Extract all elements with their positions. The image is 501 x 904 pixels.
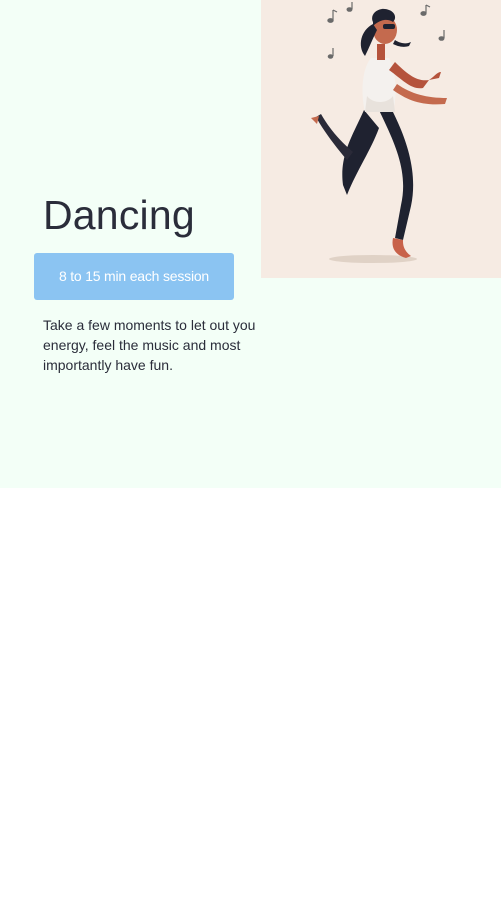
activity-title: Dancing: [43, 192, 195, 238]
dancing-woman-illustration: [261, 0, 501, 278]
activity-hero: Dancing 8 to 15 min each session Take a …: [0, 0, 501, 488]
session-duration-button[interactable]: 8 to 15 min each session: [34, 253, 234, 300]
activity-description: Take a few moments to let out you energy…: [43, 317, 256, 373]
